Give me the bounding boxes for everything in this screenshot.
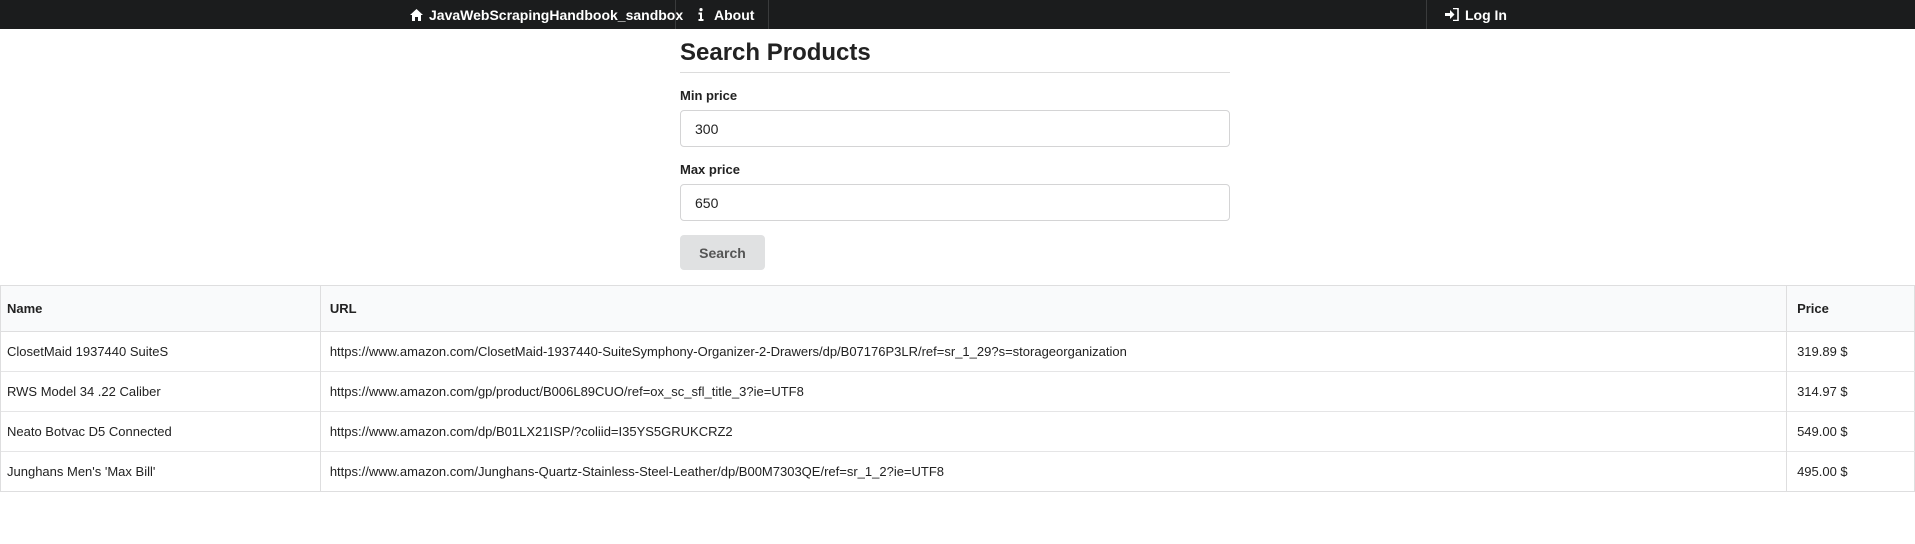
table-row: Neato Botvac D5 Connected https://www.am… <box>0 411 1915 452</box>
cell-name: ClosetMaid 1937440 SuiteS <box>0 331 321 372</box>
nav-login-link[interactable]: Log In <box>1426 0 1507 29</box>
column-header-price[interactable]: Price <box>1786 285 1915 332</box>
cell-name: Neato Botvac D5 Connected <box>0 411 321 452</box>
cell-url: https://www.amazon.com/ClosetMaid-193744… <box>319 331 1787 372</box>
nav-brand-link[interactable]: JavaWebScrapingHandbook_sandbox <box>409 0 697 29</box>
top-navbar: JavaWebScrapingHandbook_sandbox About Lo… <box>0 0 1915 29</box>
home-icon <box>409 8 423 22</box>
min-price-label: Min price <box>680 88 738 103</box>
cell-name: Junghans Men's 'Max Bill' <box>0 451 321 492</box>
info-icon <box>694 8 708 22</box>
max-price-label: Max price <box>680 162 740 177</box>
cell-price: 495.00 $ <box>1786 451 1915 492</box>
max-price-input[interactable] <box>680 184 1230 221</box>
page-title: Search Products <box>680 38 1230 73</box>
cell-name: RWS Model 34 .22 Caliber <box>0 371 321 412</box>
cell-price: 314.97 $ <box>1786 371 1915 412</box>
cell-url: https://www.amazon.com/gp/product/B006L8… <box>319 371 1787 412</box>
search-form: Search Products Min price Max price Sear… <box>680 38 1230 270</box>
column-header-url[interactable]: URL <box>319 285 1787 332</box>
nav-about-link[interactable]: About <box>675 0 770 29</box>
results-table: Name URL Price ClosetMaid 1937440 SuiteS… <box>0 285 1915 492</box>
table-row: RWS Model 34 .22 Caliber https://www.ama… <box>0 371 1915 412</box>
min-price-input[interactable] <box>680 110 1230 147</box>
sign-in-icon <box>1445 8 1459 22</box>
table-header-row: Name URL Price <box>0 285 1915 332</box>
cell-url: https://www.amazon.com/dp/B01LX21ISP/?co… <box>319 411 1787 452</box>
column-header-name[interactable]: Name <box>0 285 321 332</box>
cell-price: 549.00 $ <box>1786 411 1915 452</box>
table-row: ClosetMaid 1937440 SuiteS https://www.am… <box>0 331 1915 372</box>
cell-url: https://www.amazon.com/Junghans-Quartz-S… <box>319 451 1787 492</box>
cell-price: 319.89 $ <box>1786 331 1915 372</box>
search-button[interactable]: Search <box>680 235 765 270</box>
table-row: Junghans Men's 'Max Bill' https://www.am… <box>0 451 1915 492</box>
nav-brand-label: JavaWebScrapingHandbook_sandbox <box>429 6 684 23</box>
nav-login-label: Log In <box>1465 6 1507 23</box>
nav-about-label: About <box>714 6 755 23</box>
